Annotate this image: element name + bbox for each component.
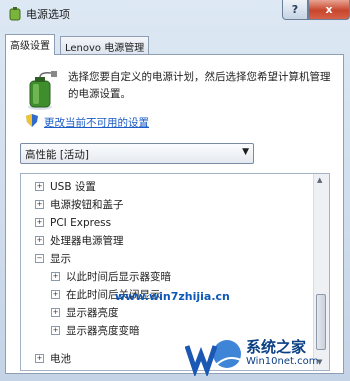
tab-lenovo-power[interactable]: Lenovo 电源管理	[60, 36, 150, 54]
power-plan-value: 高性能 [活动]	[25, 149, 90, 161]
help-button[interactable]: ?	[282, 0, 308, 20]
power-options-window: 电源选项 ? x 高级设置 Lenovo 电源管理 选择您要自定义的电源计划，然…	[0, 0, 350, 381]
chevron-down-icon: ▼	[242, 147, 249, 157]
watermark-url: www.win7zhijia.cn	[115, 290, 230, 303]
power-plan-select[interactable]: 高性能 [活动] ▼	[20, 143, 254, 164]
tree-item-usb[interactable]: + USB 设置	[35, 178, 96, 195]
tab-advanced-settings[interactable]: 高级设置	[5, 34, 55, 55]
expand-icon[interactable]: +	[35, 200, 44, 209]
tree-item-label: 显示器亮度	[66, 307, 119, 319]
collapse-icon[interactable]: −	[35, 254, 44, 263]
watermark-brand: 系统之家	[246, 338, 307, 356]
watermark-site: Win10net.com	[246, 356, 319, 367]
tree-item-pci-express[interactable]: + PCI Express	[35, 214, 111, 231]
tree-item-display-brightness[interactable]: + 显示器亮度	[51, 304, 119, 321]
tree-item-label: 电池	[50, 353, 71, 365]
watermark-logo-icon	[185, 340, 242, 376]
tree-scrollbar[interactable]: ▲ ▼	[313, 174, 329, 370]
tree-item-dimmed-brightness[interactable]: + 显示器亮度变暗	[51, 322, 140, 339]
close-button[interactable]: x	[308, 0, 350, 20]
battery-plug-icon	[28, 71, 57, 110]
change-unavailable-settings-link[interactable]: 更改当前不可用的设置	[44, 115, 149, 130]
window-title: 电源选项	[26, 8, 70, 21]
expand-icon[interactable]: +	[35, 182, 44, 191]
title-bar: 电源选项 ? x	[0, 0, 350, 28]
tree-item-label: 显示器亮度变暗	[66, 325, 140, 337]
tree-item-processor-power[interactable]: + 处理器电源管理	[35, 232, 124, 249]
expand-icon[interactable]: +	[35, 236, 44, 245]
settings-panel: 选择您要自定义的电源计划，然后选择您希望计算机管理的电源设置。 更改当前不可用的…	[5, 54, 344, 374]
help-icon: ?	[291, 3, 299, 16]
description-text: 选择您要自定义的电源计划，然后选择您希望计算机管理的电源设置。	[68, 71, 331, 100]
expand-icon[interactable]: +	[51, 290, 60, 299]
tree-item-battery[interactable]: + 电池	[35, 350, 71, 367]
expand-icon[interactable]: +	[51, 326, 60, 335]
tree-item-label: 以此时间后显示器变暗	[66, 271, 171, 283]
power-icon	[9, 7, 21, 21]
tree-item-label: 显示	[50, 253, 71, 265]
close-icon: x	[325, 3, 333, 16]
expand-icon[interactable]: +	[35, 354, 44, 363]
tree-item-display[interactable]: − 显示	[35, 250, 71, 267]
tree-item-power-buttons[interactable]: + 电源按钮和盖子	[35, 196, 124, 213]
tree-item-label: 电源按钮和盖子	[50, 199, 124, 211]
tree-item-label: 处理器电源管理	[50, 235, 124, 247]
tree-item-dim-display-after[interactable]: + 以此时间后显示器变暗	[51, 268, 171, 285]
uac-shield-icon	[26, 114, 38, 127]
expand-icon[interactable]: +	[35, 218, 44, 227]
tree-item-label: PCI Express	[50, 216, 112, 229]
tree-item-label: USB 设置	[50, 181, 96, 193]
expand-icon[interactable]: +	[51, 308, 60, 317]
expand-icon[interactable]: +	[51, 272, 60, 281]
scroll-up-icon[interactable]: ▲	[317, 176, 322, 184]
scrollbar-thumb[interactable]	[316, 294, 326, 350]
